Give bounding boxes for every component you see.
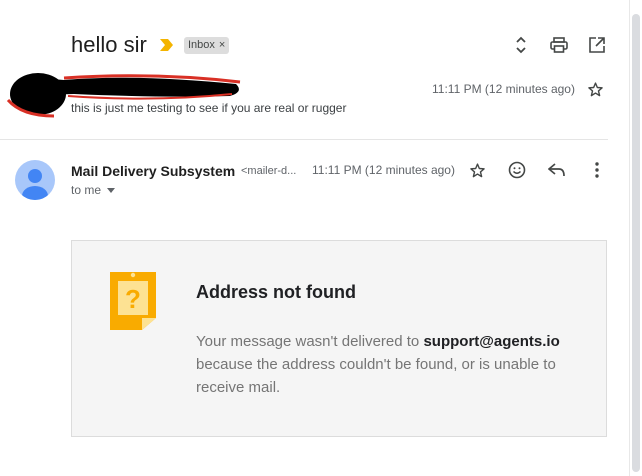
importance-icon[interactable] (160, 39, 173, 51)
scrollbar[interactable] (629, 0, 642, 476)
bounce-text-after: because the address couldn't be found, o… (196, 356, 556, 396)
bounce-text-before: Your message wasn't delivered to (196, 333, 424, 350)
message-divider (0, 139, 608, 140)
message-time: 11:11 PM (12 minutes ago) (312, 163, 455, 177)
thread-subject: hello sir (71, 32, 147, 57)
sender-email[interactable]: <mailer-d... (241, 165, 303, 177)
label-text: Inbox (188, 39, 215, 51)
bounce-notice-card: ? Address not found Your message wasn't … (71, 240, 607, 437)
more-options-icon[interactable] (586, 159, 608, 181)
print-icon[interactable] (548, 34, 570, 56)
bounced-address: support@agents.io (423, 333, 560, 350)
error-document-icon: ? (110, 272, 156, 330)
scrollbar-thumb[interactable] (632, 14, 640, 472)
recipient-label: to me (71, 183, 102, 197)
expand-all-icon[interactable] (510, 34, 532, 56)
remove-label-button[interactable]: × (219, 37, 225, 54)
reply-icon[interactable] (546, 159, 568, 181)
message-snippet[interactable]: this is just me testing to see if you ar… (71, 101, 346, 115)
message-time: 11:11 PM (12 minutes ago) (432, 82, 575, 96)
thread-toolbar (510, 34, 608, 56)
inbox-label-chip: Inbox × (184, 37, 230, 54)
star-icon[interactable] (466, 159, 488, 181)
recipient-details-toggle[interactable]: to me (71, 183, 116, 197)
svg-text:?: ? (125, 284, 141, 314)
bounce-title: Address not found (196, 282, 356, 302)
star-icon[interactable] (587, 81, 604, 103)
bounce-message: Your message wasn't delivered to support… (196, 330, 592, 399)
open-in-new-window-icon[interactable] (586, 34, 608, 56)
avatar-icon (22, 169, 48, 200)
message-actions (466, 159, 608, 181)
avatar[interactable] (15, 160, 55, 200)
emoji-icon[interactable] (506, 159, 528, 181)
sender-name[interactable]: Mail Delivery Subsystem (71, 163, 235, 179)
dropdown-caret-icon (107, 187, 116, 193)
